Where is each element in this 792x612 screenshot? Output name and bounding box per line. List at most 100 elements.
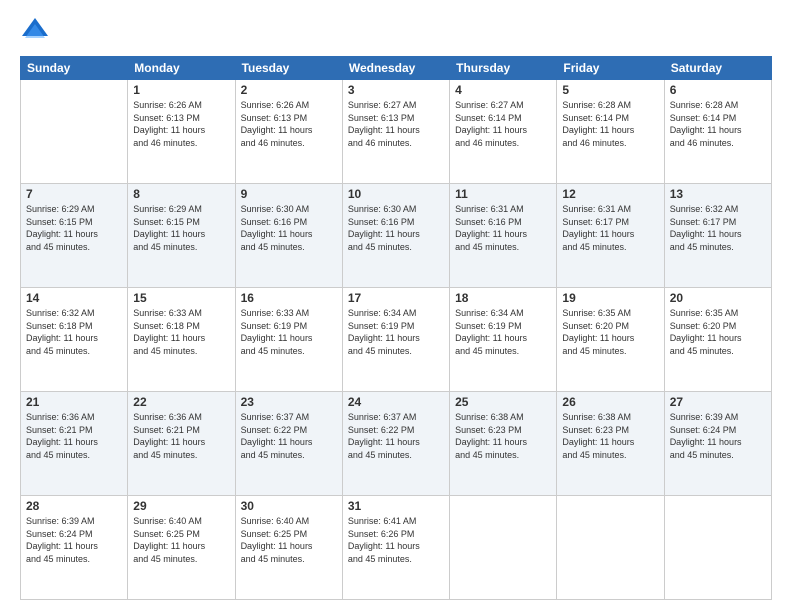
day-number: 27	[670, 395, 766, 409]
calendar-cell: 28 Sunrise: 6:39 AM Sunset: 6:24 PM Dayli…	[21, 496, 128, 600]
day-info: Sunrise: 6:26 AM Sunset: 6:13 PM Dayligh…	[241, 99, 337, 149]
day-info: Sunrise: 6:29 AM Sunset: 6:15 PM Dayligh…	[133, 203, 229, 253]
day-info: Sunrise: 6:27 AM Sunset: 6:14 PM Dayligh…	[455, 99, 551, 149]
calendar-cell: 25 Sunrise: 6:38 AM Sunset: 6:23 PM Dayli…	[450, 392, 557, 496]
weekday-header-monday: Monday	[128, 57, 235, 80]
day-info: Sunrise: 6:40 AM Sunset: 6:25 PM Dayligh…	[133, 515, 229, 565]
day-number: 4	[455, 83, 551, 97]
calendar-cell: 11Sunrise: 6:31 AM Sunset: 6:16 PM Dayli…	[450, 184, 557, 288]
day-info: Sunrise: 6:41 AM Sunset: 6:26 PM Dayligh…	[348, 515, 444, 565]
day-info: Sunrise: 6:27 AM Sunset: 6:13 PM Dayligh…	[348, 99, 444, 149]
calendar-cell	[450, 496, 557, 600]
day-number: 25	[455, 395, 551, 409]
day-number: 20	[670, 291, 766, 305]
calendar-cell: 7 Sunrise: 6:29 AM Sunset: 6:15 PM Daylig…	[21, 184, 128, 288]
calendar-cell: 15Sunrise: 6:33 AM Sunset: 6:18 PM Dayli…	[128, 288, 235, 392]
day-number: 23	[241, 395, 337, 409]
calendar-cell	[664, 496, 771, 600]
weekday-header-tuesday: Tuesday	[235, 57, 342, 80]
calendar-week-row: 1 Sunrise: 6:26 AM Sunset: 6:13 PM Daylig…	[21, 80, 772, 184]
logo-icon	[20, 16, 50, 46]
day-info: Sunrise: 6:31 AM Sunset: 6:17 PM Dayligh…	[562, 203, 658, 253]
day-number: 21	[26, 395, 122, 409]
calendar-cell: 17 Sunrise: 6:34 AM Sunset: 6:19 PM Dayli…	[342, 288, 449, 392]
weekday-header-thursday: Thursday	[450, 57, 557, 80]
day-info: Sunrise: 6:34 AM Sunset: 6:19 PM Dayligh…	[348, 307, 444, 357]
day-info: Sunrise: 6:35 AM Sunset: 6:20 PM Dayligh…	[670, 307, 766, 357]
day-number: 31	[348, 499, 444, 513]
day-info: Sunrise: 6:37 AM Sunset: 6:22 PM Dayligh…	[241, 411, 337, 461]
day-info: Sunrise: 6:32 AM Sunset: 6:18 PM Dayligh…	[26, 307, 122, 357]
calendar-week-row: 28 Sunrise: 6:39 AM Sunset: 6:24 PM Dayli…	[21, 496, 772, 600]
calendar-cell: 20 Sunrise: 6:35 AM Sunset: 6:20 PM Dayli…	[664, 288, 771, 392]
day-number: 10	[348, 187, 444, 201]
calendar-cell: 4 Sunrise: 6:27 AM Sunset: 6:14 PM Daylig…	[450, 80, 557, 184]
calendar-cell: 1Sunrise: 6:26 AM Sunset: 6:13 PM Daylig…	[128, 80, 235, 184]
day-number: 17	[348, 291, 444, 305]
day-info: Sunrise: 6:36 AM Sunset: 6:21 PM Dayligh…	[133, 411, 229, 461]
calendar-cell: 26 Sunrise: 6:38 AM Sunset: 6:23 PM Dayli…	[557, 392, 664, 496]
day-info: Sunrise: 6:40 AM Sunset: 6:25 PM Dayligh…	[241, 515, 337, 565]
day-number: 30	[241, 499, 337, 513]
day-number: 13	[670, 187, 766, 201]
calendar-cell: 27 Sunrise: 6:39 AM Sunset: 6:24 PM Dayli…	[664, 392, 771, 496]
header	[20, 16, 772, 46]
day-info: Sunrise: 6:28 AM Sunset: 6:14 PM Dayligh…	[670, 99, 766, 149]
weekday-header-sunday: Sunday	[21, 57, 128, 80]
day-number: 3	[348, 83, 444, 97]
day-number: 9	[241, 187, 337, 201]
calendar-cell: 14 Sunrise: 6:32 AM Sunset: 6:18 PM Dayli…	[21, 288, 128, 392]
day-info: Sunrise: 6:39 AM Sunset: 6:24 PM Dayligh…	[670, 411, 766, 461]
day-number: 29	[133, 499, 229, 513]
day-info: Sunrise: 6:33 AM Sunset: 6:19 PM Dayligh…	[241, 307, 337, 357]
calendar-cell: 2Sunrise: 6:26 AM Sunset: 6:13 PM Daylig…	[235, 80, 342, 184]
day-number: 18	[455, 291, 551, 305]
day-number: 28	[26, 499, 122, 513]
calendar-cell	[557, 496, 664, 600]
calendar-cell: 3 Sunrise: 6:27 AM Sunset: 6:13 PM Daylig…	[342, 80, 449, 184]
day-number: 26	[562, 395, 658, 409]
day-number: 14	[26, 291, 122, 305]
page: SundayMondayTuesdayWednesdayThursdayFrid…	[0, 0, 792, 612]
calendar-cell: 8 Sunrise: 6:29 AM Sunset: 6:15 PM Daylig…	[128, 184, 235, 288]
calendar-cell: 21 Sunrise: 6:36 AM Sunset: 6:21 PM Dayli…	[21, 392, 128, 496]
day-info: Sunrise: 6:36 AM Sunset: 6:21 PM Dayligh…	[26, 411, 122, 461]
day-info: Sunrise: 6:30 AM Sunset: 6:16 PM Dayligh…	[348, 203, 444, 253]
day-number: 16	[241, 291, 337, 305]
weekday-header-saturday: Saturday	[664, 57, 771, 80]
day-number: 12	[562, 187, 658, 201]
day-info: Sunrise: 6:37 AM Sunset: 6:22 PM Dayligh…	[348, 411, 444, 461]
calendar-cell: 24 Sunrise: 6:37 AM Sunset: 6:22 PM Dayli…	[342, 392, 449, 496]
day-info: Sunrise: 6:28 AM Sunset: 6:14 PM Dayligh…	[562, 99, 658, 149]
weekday-header-friday: Friday	[557, 57, 664, 80]
calendar-table: SundayMondayTuesdayWednesdayThursdayFrid…	[20, 56, 772, 600]
calendar-cell: 10 Sunrise: 6:30 AM Sunset: 6:16 PM Dayli…	[342, 184, 449, 288]
day-info: Sunrise: 6:35 AM Sunset: 6:20 PM Dayligh…	[562, 307, 658, 357]
day-info: Sunrise: 6:34 AM Sunset: 6:19 PM Dayligh…	[455, 307, 551, 357]
calendar-cell	[21, 80, 128, 184]
day-number: 24	[348, 395, 444, 409]
day-info: Sunrise: 6:39 AM Sunset: 6:24 PM Dayligh…	[26, 515, 122, 565]
day-number: 1	[133, 83, 229, 97]
calendar-cell: 16 Sunrise: 6:33 AM Sunset: 6:19 PM Dayli…	[235, 288, 342, 392]
calendar-cell: 22Sunrise: 6:36 AM Sunset: 6:21 PM Dayli…	[128, 392, 235, 496]
weekday-header-row: SundayMondayTuesdayWednesdayThursdayFrid…	[21, 57, 772, 80]
calendar-cell: 29 Sunrise: 6:40 AM Sunset: 6:25 PM Dayli…	[128, 496, 235, 600]
weekday-header-wednesday: Wednesday	[342, 57, 449, 80]
day-number: 8	[133, 187, 229, 201]
day-number: 7	[26, 187, 122, 201]
day-info: Sunrise: 6:38 AM Sunset: 6:23 PM Dayligh…	[455, 411, 551, 461]
calendar-cell: 5 Sunrise: 6:28 AM Sunset: 6:14 PM Daylig…	[557, 80, 664, 184]
day-number: 6	[670, 83, 766, 97]
calendar-week-row: 14 Sunrise: 6:32 AM Sunset: 6:18 PM Dayli…	[21, 288, 772, 392]
day-info: Sunrise: 6:29 AM Sunset: 6:15 PM Dayligh…	[26, 203, 122, 253]
day-info: Sunrise: 6:31 AM Sunset: 6:16 PM Dayligh…	[455, 203, 551, 253]
calendar-cell: 12 Sunrise: 6:31 AM Sunset: 6:17 PM Dayli…	[557, 184, 664, 288]
calendar-cell: 18 Sunrise: 6:34 AM Sunset: 6:19 PM Dayli…	[450, 288, 557, 392]
day-info: Sunrise: 6:32 AM Sunset: 6:17 PM Dayligh…	[670, 203, 766, 253]
day-number: 5	[562, 83, 658, 97]
calendar-cell: 13 Sunrise: 6:32 AM Sunset: 6:17 PM Dayli…	[664, 184, 771, 288]
calendar-cell: 6 Sunrise: 6:28 AM Sunset: 6:14 PM Daylig…	[664, 80, 771, 184]
day-info: Sunrise: 6:38 AM Sunset: 6:23 PM Dayligh…	[562, 411, 658, 461]
day-number: 15	[133, 291, 229, 305]
